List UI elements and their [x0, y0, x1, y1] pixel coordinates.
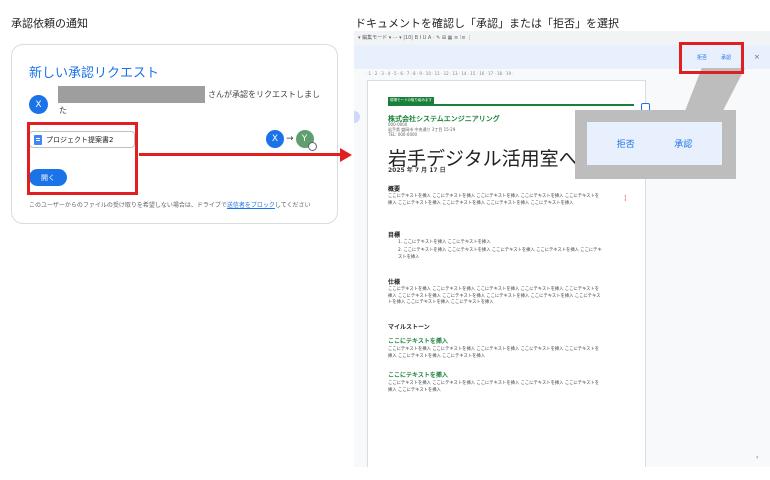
highlight-box-right [679, 42, 744, 74]
cursor-mark: ¦ [624, 194, 627, 202]
approval-flow: X → Y [266, 130, 317, 151]
sender-avatar: X [29, 95, 48, 114]
list-item: 2. ここにテキストを挿入 ここにテキストを挿入 ここにテキストを挿入 ここにテ… [398, 248, 602, 260]
paragraph: ここにテキストを挿入 ここにテキストを挿入 ここにテキストを挿入 ここにテキスト… [388, 287, 601, 305]
close-icon[interactable]: × [754, 53, 760, 61]
approver-avatar: Y [295, 130, 317, 151]
section-heading: 概要 [388, 186, 401, 193]
zoom-approve-label: 承認 [674, 140, 693, 150]
address-line: TEL: 000-0000 [388, 132, 418, 137]
redacted-sender-name [58, 86, 205, 103]
subheading: ここにテキストを挿入 [388, 372, 448, 379]
section-heading: 目標 [388, 232, 401, 239]
request-text-cont: た [59, 106, 67, 115]
scroll-arrow-icon[interactable]: ‹ [756, 454, 758, 461]
doc-badge: 現場モードの取り組みます [388, 97, 434, 104]
footer-text: このユーザーからのファイルの受け取りを希望しない場合は、ドライブで送信者をブロッ… [29, 202, 311, 209]
card-title: 新しい承認リクエスト [29, 66, 160, 81]
section-heading: マイルストーン [388, 324, 430, 331]
caption-left: 承認依頼の通知 [11, 17, 88, 30]
paragraph: ここにテキストを挿入 ここにテキストを挿入 ここにテキストを挿入 ここにテキスト… [388, 381, 600, 393]
caption-right: ドキュメントを確認し「承認」または「拒否」を選択 [355, 17, 619, 30]
doc-date: 2025 年 7 月 17 日 [388, 167, 446, 174]
arrow-right-icon: → [286, 134, 294, 144]
red-arrow-line [139, 153, 340, 156]
section-heading: 仕様 [388, 279, 401, 286]
block-sender-link[interactable]: 送信者をブロック [227, 202, 275, 209]
request-text: さんが承認をリクエストしまし [208, 90, 320, 99]
subheading: ここにテキストを挿入 [388, 338, 448, 345]
paragraph: ここにテキストを挿入 ここにテキストを挿入 ここにテキストを挿入 ここにテキスト… [388, 194, 600, 206]
zoom-reject-label: 拒否 [616, 140, 635, 150]
list-item: 1. ここにテキストを挿入 ここにテキストを挿入 [398, 240, 491, 245]
zoom-inner-bar: 拒否 承認 [587, 122, 722, 165]
outline-tab[interactable] [354, 111, 360, 123]
paragraph: ここにテキストを挿入 ここにテキストを挿入 ここにテキストを挿入 ここにテキスト… [388, 347, 600, 359]
requester-avatar: X [266, 130, 284, 148]
highlight-box-left [27, 122, 138, 195]
green-divider [388, 104, 634, 106]
red-arrow-head [340, 148, 352, 162]
